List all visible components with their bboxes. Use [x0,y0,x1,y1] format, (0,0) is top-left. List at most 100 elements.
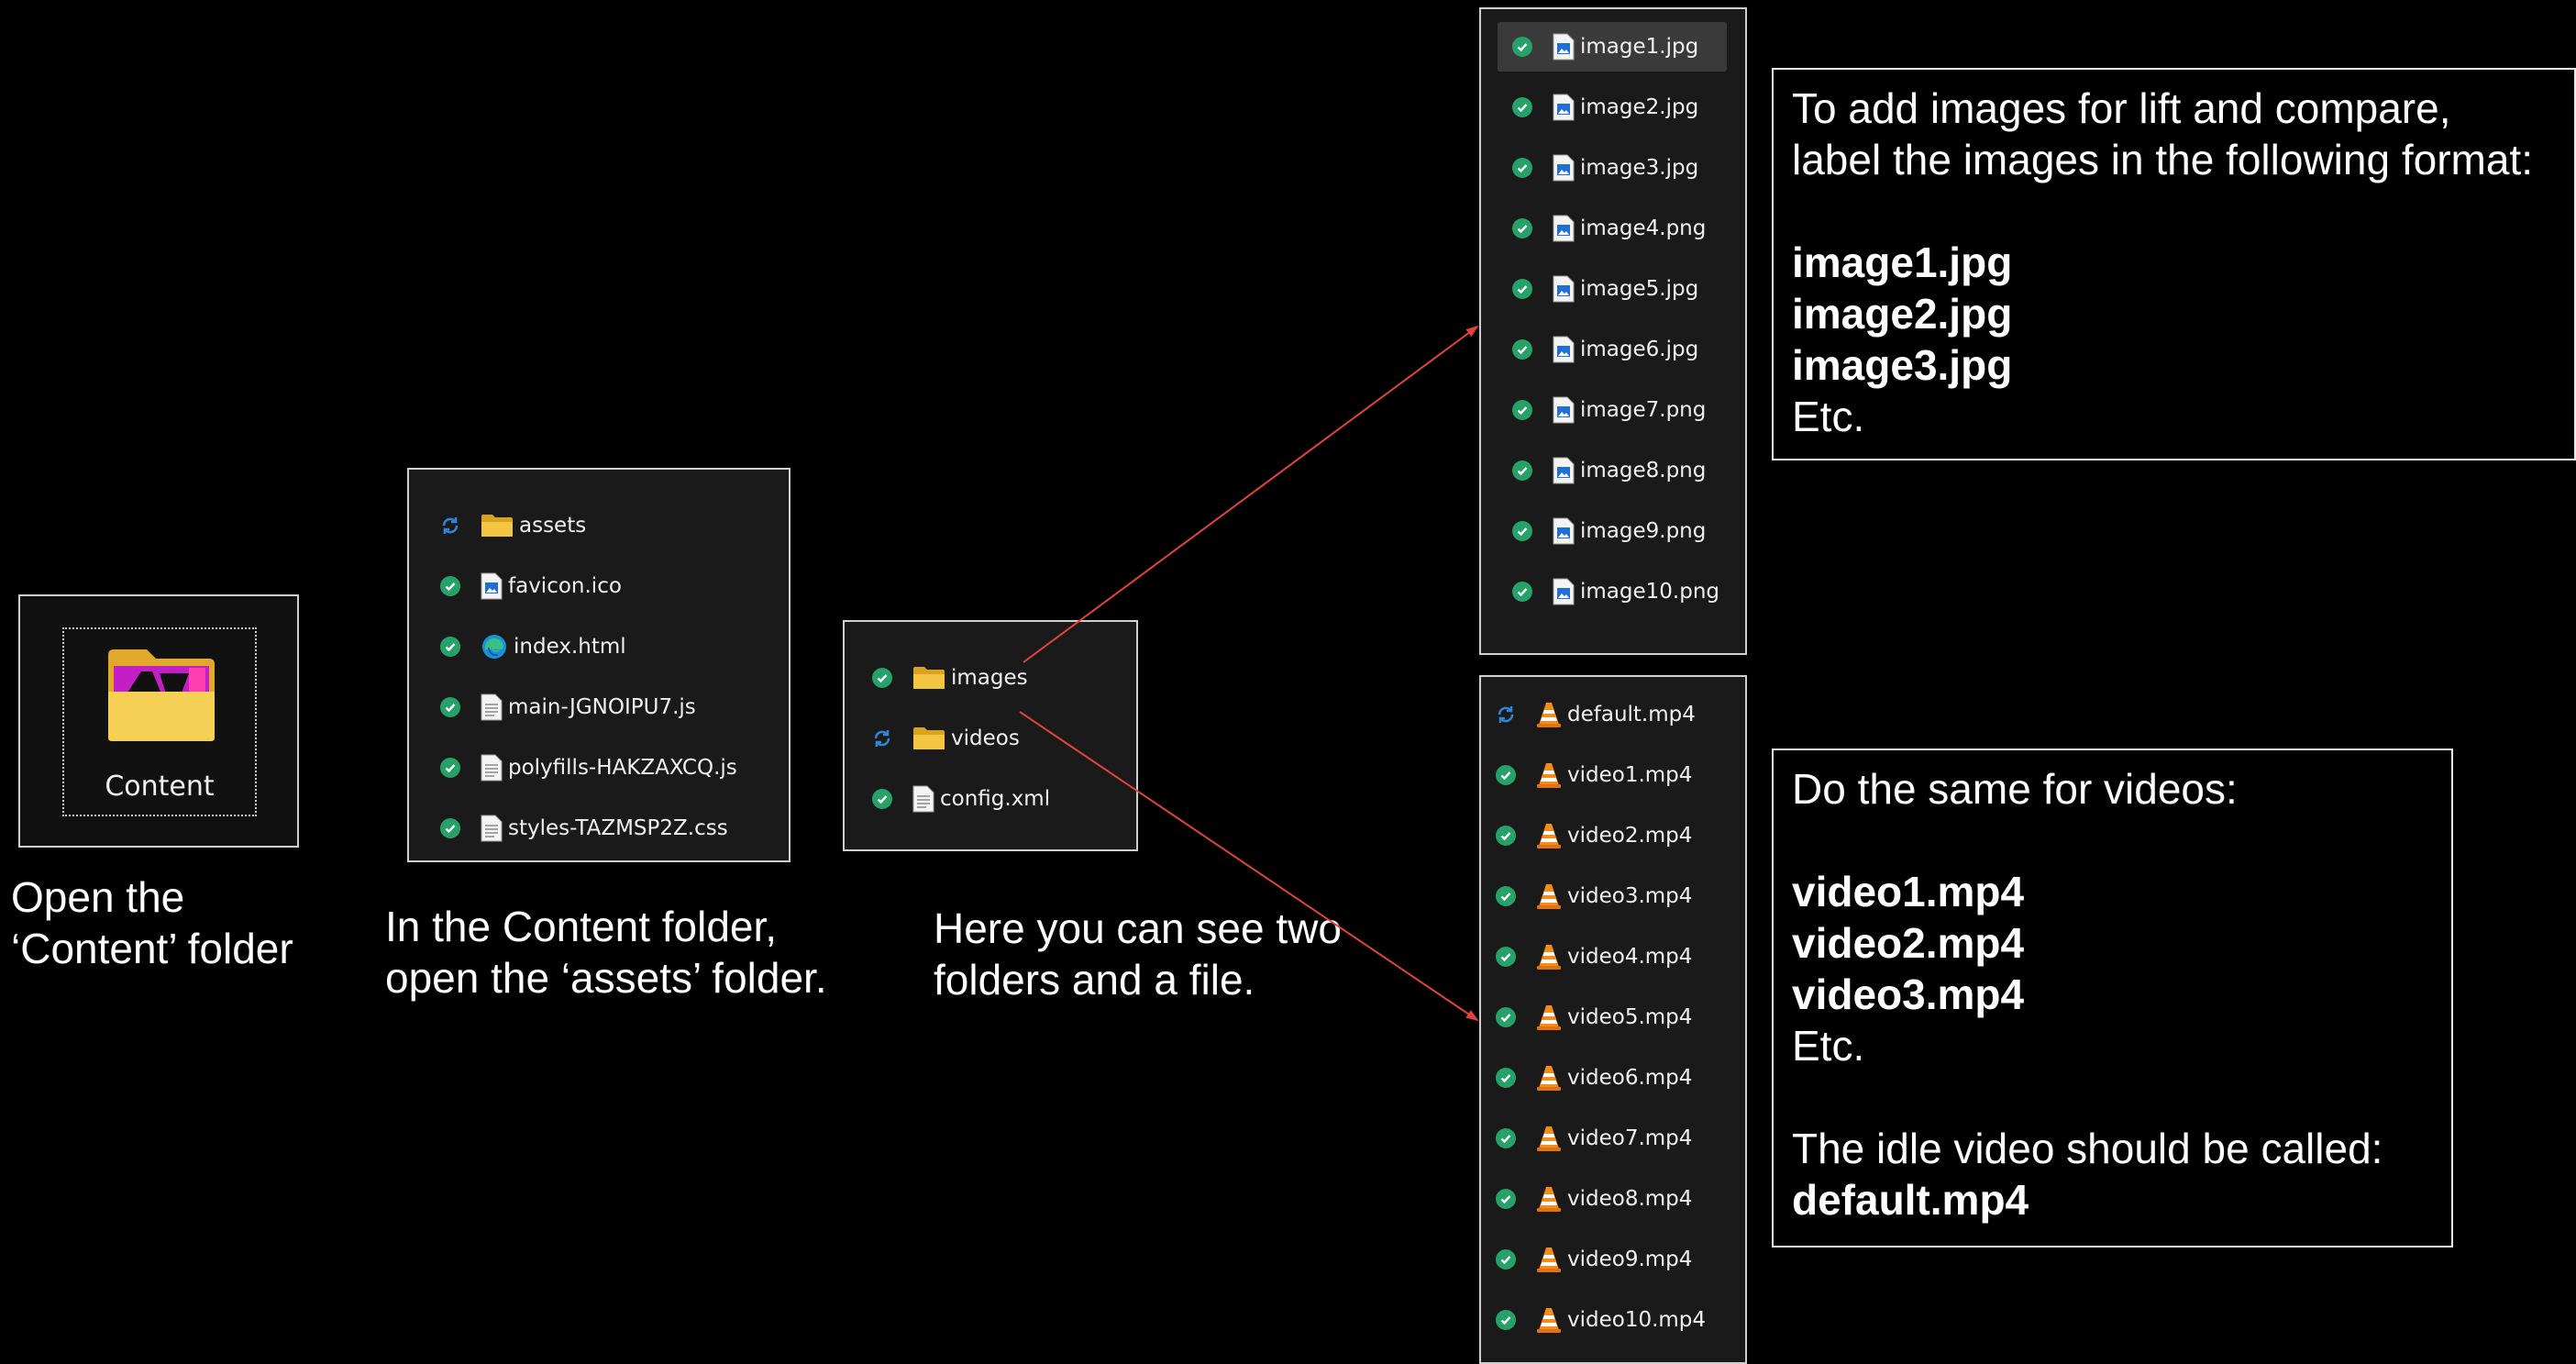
contents-list-item-label: config.xml [940,787,1051,811]
image-list-item-label: image7.png [1580,398,1707,422]
videos-note-line-1: Do the same for videos: [1792,765,2238,813]
assets-caption: In the Content folder, open the ‘assets’… [385,901,827,1004]
assets-list-item[interactable]: polyfills-HAKZAXCQ.js [409,743,789,793]
content-folder-tile[interactable]: Content [62,627,257,816]
vlc-cone-icon [1536,761,1562,789]
document-file-icon [481,754,503,782]
image-list-item[interactable]: image6.jpg [1498,325,1727,374]
assets-caption-line-2: open the ‘assets’ folder. [385,954,827,1002]
image-file-icon [1553,336,1575,363]
vlc-cone-icon [1536,1064,1562,1092]
video-list-item-label: video10.mp4 [1567,1308,1707,1332]
vlc-cone-icon [1536,822,1562,849]
video-list-item-label: video6.mp4 [1567,1066,1693,1090]
vlc-cone-icon [1536,1306,1562,1334]
video-list-item[interactable]: video7.mp4 [1481,1114,1743,1163]
image-list-item[interactable]: image8.png [1498,446,1727,495]
assets-list-item[interactable]: favicon.ico [409,561,789,611]
vlc-cone-icon [1536,1004,1562,1031]
videos-note-example-3: video3.mp4 [1792,970,2025,1018]
document-file-icon [481,693,503,721]
video-list-item-label: default.mp4 [1567,703,1696,726]
sync-done-icon [1512,521,1532,541]
vlc-cone-icon [1536,882,1562,910]
video-list-item[interactable]: video6.mp4 [1481,1053,1743,1103]
image-list-item[interactable]: image1.jpg [1498,22,1727,72]
image-list-item-label: image8.png [1580,459,1707,482]
video-list-item-label: video5.mp4 [1567,1005,1693,1029]
image-list-item-label: image3.jpg [1580,156,1699,180]
video-list-item-label: video9.mp4 [1567,1248,1693,1271]
video-list-item-label: video4.mp4 [1567,945,1693,969]
content-caption-line-2: ‘Content’ folder [11,925,293,972]
assets-list-item[interactable]: styles-TAZMSP2Z.css [409,804,789,853]
vlc-cone-icon [1536,943,1562,970]
assets-caption-line-1: In the Content folder, [385,903,778,950]
videos-note-example-1: video1.mp4 [1792,868,2025,915]
image-list-item[interactable]: image2.jpg [1498,83,1727,132]
sync-done-icon [440,637,460,657]
image-list-item[interactable]: image9.png [1498,506,1727,556]
image-file-icon [1553,457,1575,484]
video-list-item[interactable]: default.mp4 [1481,690,1743,739]
videos-note-example-2: video2.mp4 [1792,919,2025,967]
sync-done-icon [1512,37,1532,57]
sync-done-icon [440,697,460,717]
image-list-item-label: image1.jpg [1580,35,1699,59]
vlc-cone-icon [1536,701,1562,728]
image-list-item-label: image4.png [1580,216,1707,240]
images-note-etc: Etc. [1792,393,1865,440]
video-list-item[interactable]: video2.mp4 [1481,811,1743,860]
images-note-example-1: image1.jpg [1792,238,2013,286]
video-list-item[interactable]: video5.mp4 [1481,993,1743,1042]
video-list-item[interactable]: video9.mp4 [1481,1235,1743,1284]
contents-list-item[interactable]: videos [845,714,1136,763]
image-list-item[interactable]: image10.png [1498,567,1727,616]
image-list-item[interactable]: image7.png [1498,385,1727,435]
image-file-icon [481,572,503,600]
video-list-item[interactable]: video4.mp4 [1481,932,1743,981]
contents-list-item[interactable]: config.xml [845,774,1136,824]
videos-note-idle-name: default.mp4 [1792,1176,2029,1224]
image-list-item[interactable]: image4.png [1498,204,1727,253]
edge-browser-icon [481,633,508,660]
images-naming-note: To add images for lift and compare, labe… [1772,68,2576,460]
assets-list-item[interactable]: main-JGNOIPU7.js [409,682,789,732]
sync-done-icon [1496,1249,1516,1270]
image-file-icon [1553,154,1575,182]
sync-done-icon [1512,460,1532,481]
video-list-item-label: video7.mp4 [1567,1126,1693,1150]
video-list-item[interactable]: video3.mp4 [1481,871,1743,921]
images-folder-panel: image1.jpg image2.jpg image3.jpg image4.png… [1479,7,1747,655]
video-list-item-label: video1.mp4 [1567,763,1693,787]
video-list-item[interactable]: video1.mp4 [1481,750,1743,800]
assets-list-item[interactable]: assets [409,501,789,550]
sync-done-icon [1496,1068,1516,1088]
image-list-item[interactable]: image5.jpg [1498,264,1727,314]
video-list-item-label: video2.mp4 [1567,824,1693,848]
sync-pending-icon [1496,704,1516,725]
image-file-icon [1553,578,1575,605]
content-caption-line-1: Open the [11,873,185,921]
document-file-icon [481,815,503,842]
sync-done-icon [440,818,460,838]
contents-list-item-label: images [951,666,1028,690]
vlc-cone-icon [1536,1185,1562,1213]
assets-list-item-label: main-JGNOIPU7.js [508,695,696,719]
vlc-cone-icon [1536,1246,1562,1273]
sync-done-icon [1496,826,1516,846]
videos-note-etc: Etc. [1792,1022,1865,1070]
video-list-item-label: video3.mp4 [1567,884,1693,908]
images-note-line-2: label the images in the following format… [1792,136,2533,183]
assets-list-item[interactable]: index.html [409,622,789,671]
sync-done-icon [1512,97,1532,117]
sync-done-icon [1496,765,1516,785]
video-list-item[interactable]: video10.mp4 [1481,1295,1743,1345]
sync-done-icon [1496,1128,1516,1148]
contents-caption-line-1: Here you can see two [934,904,1342,952]
image-list-item[interactable]: image3.jpg [1498,143,1727,193]
contents-list-item[interactable]: images [845,653,1136,703]
sync-done-icon [1512,339,1532,360]
video-list-item[interactable]: video8.mp4 [1481,1174,1743,1224]
sync-pending-icon [440,516,460,536]
